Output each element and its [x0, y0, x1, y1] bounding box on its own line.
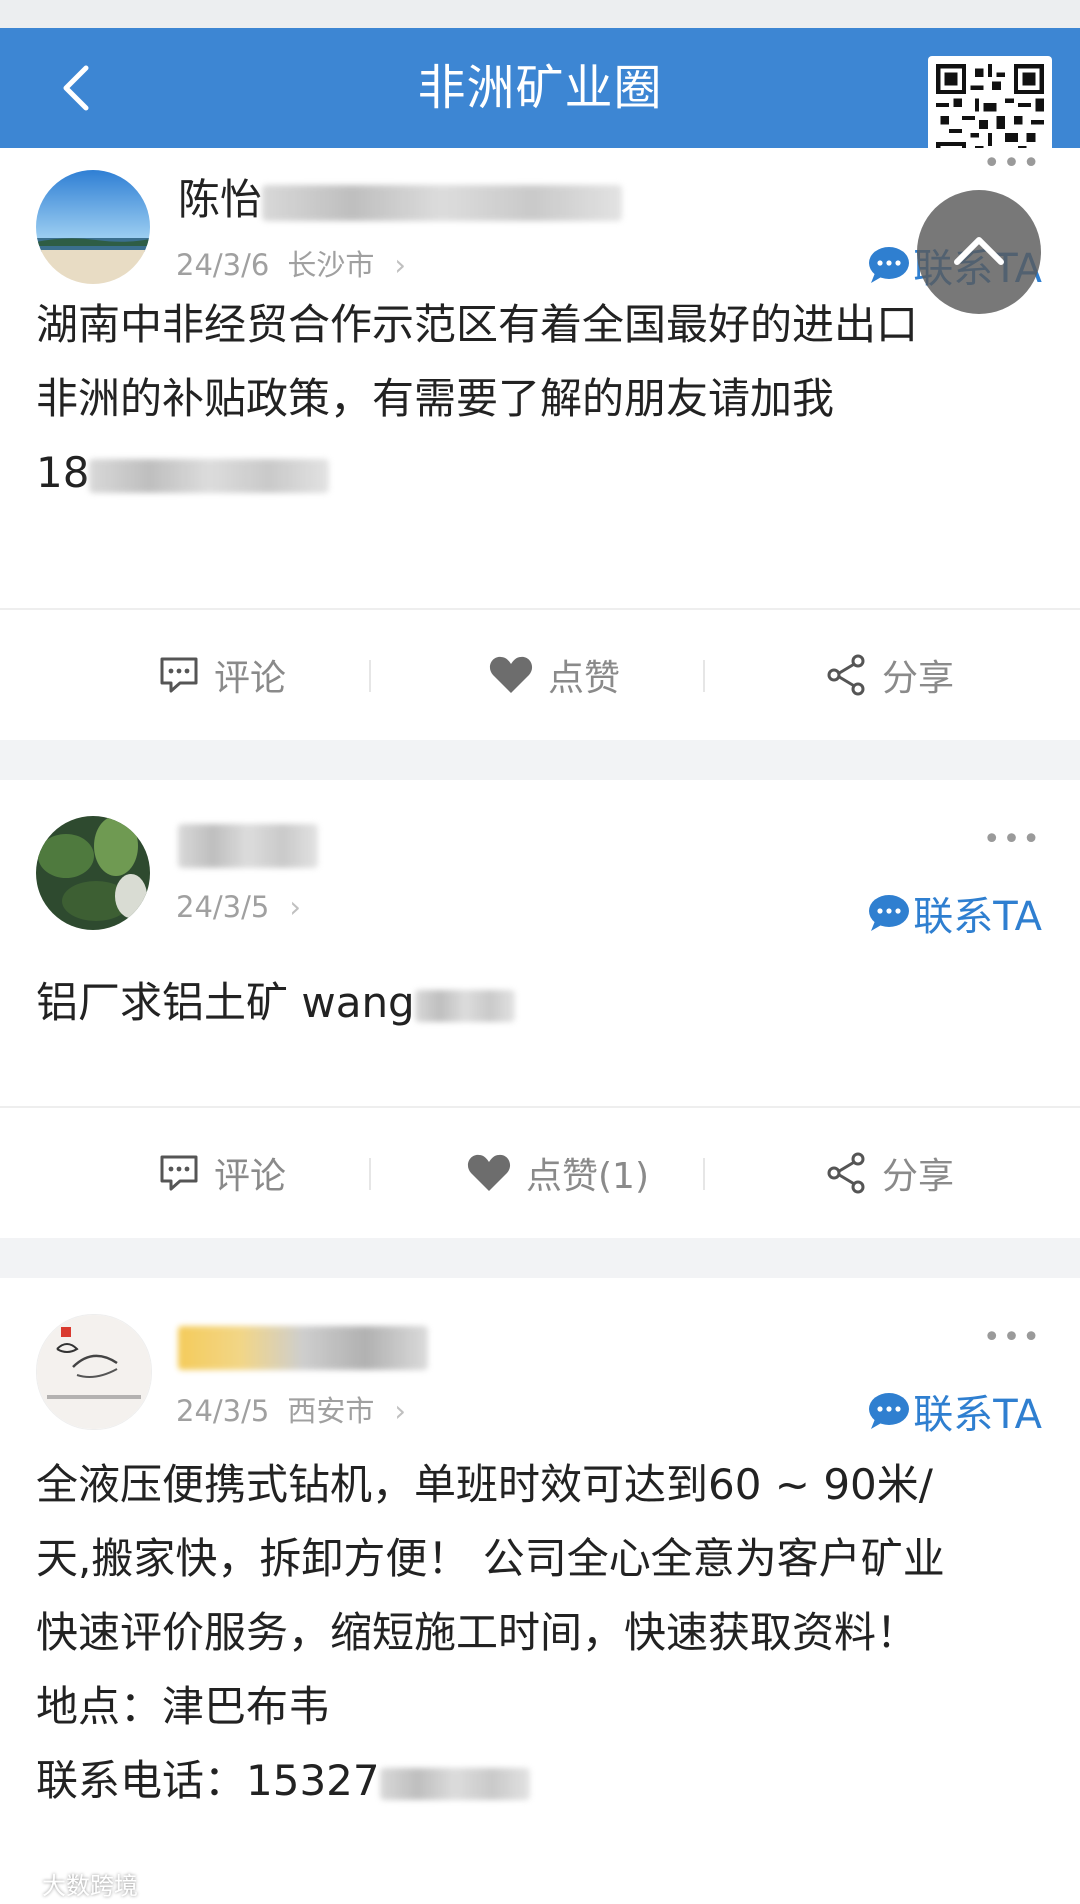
author-name[interactable]: [178, 1320, 428, 1370]
heart-icon: [467, 1154, 511, 1191]
post-meta: 24/3/5 ›: [176, 890, 301, 924]
like-button[interactable]: 点赞: [488, 610, 620, 740]
post-city: 长沙市: [287, 248, 375, 282]
heart-icon: [489, 656, 533, 693]
more-icon[interactable]: •••: [983, 146, 1042, 181]
post-content: 全液压便携式钻机，单班时效可达到60 ~ 90米/ 天,搬家快，拆卸方便！ 公司…: [36, 1460, 945, 1805]
comment-button[interactable]: 评论: [158, 1108, 286, 1238]
like-button[interactable]: 点赞(1): [466, 1108, 649, 1238]
more-icon[interactable]: •••: [983, 822, 1042, 857]
post-content: 湖南中非经贸合作示范区有着全国最好的进出口 非洲的补贴政策，有需要了解的朋友请加…: [36, 300, 919, 497]
comment-button[interactable]: 评论: [158, 610, 286, 740]
share-button[interactable]: 分享: [824, 1108, 954, 1238]
post-content: 铝厂求铝土矿 wang: [36, 966, 1046, 1040]
page-title: 非洲矿业圈: [417, 60, 663, 116]
logo-icon: [6, 1876, 42, 1891]
scroll-top-button[interactable]: [917, 190, 1041, 314]
post-city: 西安市: [287, 1394, 375, 1428]
more-icon[interactable]: •••: [983, 1320, 1042, 1355]
status-bar: [0, 0, 1080, 28]
chat-bubble-icon: [869, 247, 910, 283]
post-card: 24/3/5 › ••• 联系TA 铝厂求铝土矿 wang 评论 点赞(1) 分享: [0, 780, 1080, 1238]
chevron-right-icon: ›: [394, 1394, 406, 1428]
post-meta: 24/3/5 西安市 ›: [176, 1388, 406, 1430]
avatar[interactable]: [36, 1314, 152, 1430]
avatar[interactable]: [36, 170, 150, 284]
chevron-right-icon: ›: [394, 248, 406, 282]
avatar[interactable]: [36, 816, 150, 930]
post-actions: 评论 点赞(1) 分享: [0, 1108, 1080, 1238]
post-meta: 24/3/6 长沙市 ›: [176, 242, 406, 284]
chevron-right-icon: ›: [289, 890, 301, 924]
watermark: 大数跨境: [6, 1866, 138, 1901]
share-button[interactable]: 分享: [824, 610, 954, 740]
comment-icon: [160, 657, 198, 693]
author-name[interactable]: [178, 818, 318, 868]
post-card: 24/3/5 西安市 › ••• 联系TA 全液压便携式钻机，单班时效可达到60 ~…: [0, 1278, 1080, 1904]
post-date: 24/3/6: [176, 248, 270, 282]
chat-bubble-icon: [869, 895, 910, 931]
post-date: 24/3/5: [176, 890, 270, 924]
author-name[interactable]: 陈怡: [178, 166, 623, 227]
contact-button[interactable]: 联系TA: [867, 884, 1042, 942]
share-icon: [827, 1152, 865, 1194]
comment-icon: [160, 1155, 198, 1191]
post-date: 24/3/5: [176, 1394, 270, 1428]
share-icon: [827, 654, 865, 696]
contact-button[interactable]: 联系TA: [867, 1382, 1042, 1440]
post-actions: 评论 点赞 分享: [0, 610, 1080, 740]
chat-bubble-icon: [869, 1393, 910, 1429]
chevron-up-icon: [954, 237, 1004, 265]
